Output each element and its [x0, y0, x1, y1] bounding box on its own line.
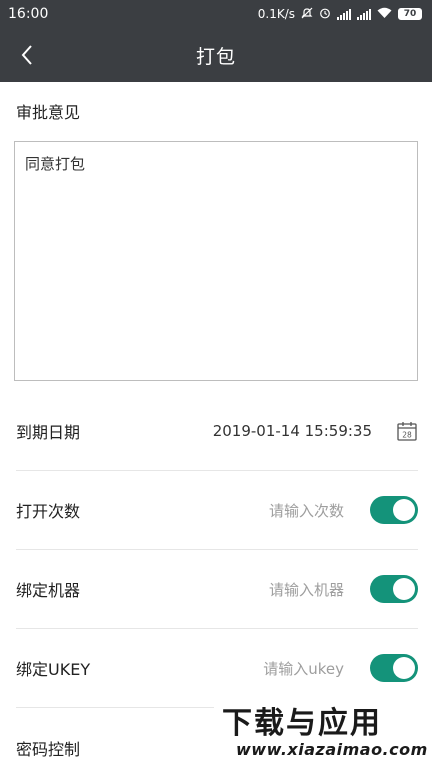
watermark: 下载与应用 www.xiazaimao.com [214, 690, 432, 768]
toggle-knob [393, 578, 415, 600]
page-title: 打包 [195, 45, 236, 68]
approval-label: 审批意见 [16, 103, 81, 122]
signal-icon-2 [357, 8, 371, 20]
wifi-icon [377, 7, 392, 22]
alarm-icon [319, 7, 331, 22]
chevron-left-icon [21, 45, 32, 65]
network-speed: 0.1K/s [257, 7, 295, 21]
bind-ukey-toggle[interactable] [370, 654, 418, 682]
toggle-knob [393, 657, 415, 679]
expiry-label: 到期日期 [16, 423, 81, 442]
bind-machine-toggle[interactable] [370, 575, 418, 603]
expiry-row[interactable]: 到期日期 2019-01-14 15:59:35 28 [16, 392, 418, 471]
calendar-icon[interactable]: 28 [396, 420, 418, 442]
battery-icon: 70 [398, 8, 422, 20]
toggle-knob [393, 499, 415, 521]
expiry-value[interactable]: 2019-01-14 15:59:35 [213, 422, 372, 440]
calendar-day: 28 [402, 431, 412, 440]
password-control-label: 密码控制 [16, 739, 81, 759]
bind-machine-input[interactable]: 请输入机器 [269, 579, 344, 600]
approval-textarea[interactable]: 同意打包 [14, 141, 418, 381]
signal-icon [337, 8, 351, 20]
status-time: 16:00 [8, 6, 49, 22]
status-icons: 0.1K/s 70 [258, 7, 422, 22]
bind-machine-row: 绑定机器 请输入机器 [16, 550, 418, 629]
status-bar: 16:00 0.1K/s 70 [0, 0, 432, 28]
open-count-row: 打开次数 请输入次数 [16, 471, 418, 550]
open-count-input[interactable]: 请输入次数 [269, 500, 344, 521]
back-button[interactable] [10, 38, 44, 72]
bind-ukey-label: 绑定UKEY [16, 660, 91, 679]
open-count-toggle[interactable] [370, 496, 418, 524]
bind-ukey-input[interactable]: 请输入ukey [263, 658, 344, 679]
mute-icon [301, 7, 313, 22]
app-bar: 打包 [0, 28, 432, 82]
bind-machine-label: 绑定机器 [16, 581, 81, 600]
watermark-title: 下载与应用 [222, 706, 382, 741]
watermark-site: www.xiazaimao.com [236, 740, 428, 759]
open-count-label: 打开次数 [16, 502, 81, 521]
